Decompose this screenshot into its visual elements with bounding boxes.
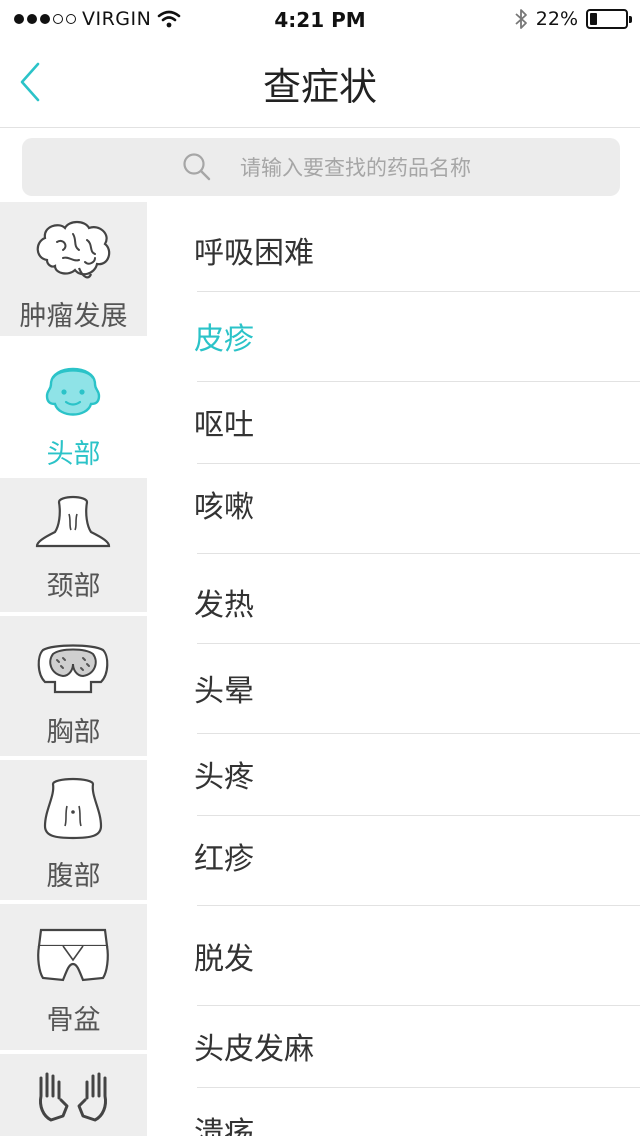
symptom-label: 头疼 bbox=[194, 760, 254, 795]
symptom-label: 呼吸困难 bbox=[194, 236, 314, 271]
list-item[interactable]: 头疼 bbox=[147, 734, 640, 815]
nav-bar: 查症状 bbox=[0, 40, 640, 128]
list-item[interactable]: 头皮发麻 bbox=[147, 1006, 640, 1087]
list-item[interactable]: 呼吸困难 bbox=[147, 202, 640, 291]
category-label: 肿瘤发展 bbox=[19, 301, 128, 332]
search-icon bbox=[183, 153, 211, 181]
symptom-label: 红疹 bbox=[194, 842, 254, 877]
bluetooth-icon bbox=[515, 9, 527, 29]
category-item-chest[interactable]: 胸部 bbox=[0, 616, 147, 756]
head-icon bbox=[45, 367, 101, 416]
list-item[interactable]: 红疹 bbox=[147, 816, 640, 905]
symptom-label: 头晕 bbox=[194, 674, 254, 709]
list-item[interactable]: 头晕 bbox=[147, 644, 640, 733]
category-label: 腹部 bbox=[46, 861, 101, 892]
hands-icon bbox=[39, 1072, 107, 1122]
symptom-label: 头皮发麻 bbox=[194, 1032, 314, 1067]
symptom-label: 呕吐 bbox=[194, 408, 254, 443]
battery-fill bbox=[590, 13, 597, 25]
chest-icon bbox=[37, 644, 109, 694]
list-item[interactable]: 脱发 bbox=[147, 906, 640, 1005]
battery-percent: 22% bbox=[535, 8, 578, 30]
list-item[interactable]: 呕吐 bbox=[147, 382, 640, 463]
status-bar: VIRGIN 4:21 PM 22% bbox=[0, 0, 640, 40]
symptom-label: 脱发 bbox=[194, 942, 254, 977]
list-item[interactable]: 溃疡 bbox=[147, 1088, 640, 1136]
category-item-hands[interactable] bbox=[0, 1054, 147, 1136]
abdomen-icon bbox=[43, 777, 103, 840]
category-label: 颈部 bbox=[46, 571, 101, 602]
category-label: 胸部 bbox=[46, 717, 101, 748]
pelvis-icon bbox=[37, 928, 109, 982]
symptom-label: 咳嗽 bbox=[194, 490, 254, 525]
category-item-neck[interactable]: 颈部 bbox=[0, 478, 147, 612]
battery-icon bbox=[586, 9, 632, 29]
list-item[interactable]: 咳嗽 bbox=[147, 464, 640, 553]
symptom-label: 发热 bbox=[194, 588, 254, 623]
symptom-label: 皮疹 bbox=[194, 322, 254, 357]
list-item[interactable]: 皮疹 bbox=[147, 292, 640, 381]
category-item-abdomen[interactable]: 腹部 bbox=[0, 760, 147, 900]
search-input[interactable]: 请输入要查找的药品名称 bbox=[240, 152, 471, 182]
category-label: 头部 bbox=[46, 439, 101, 470]
status-right: 22% bbox=[514, 8, 632, 30]
list-item[interactable]: 发热 bbox=[147, 554, 640, 643]
brain-icon bbox=[36, 220, 111, 279]
category-label: 骨盆 bbox=[46, 1005, 101, 1036]
page-title: 查症状 bbox=[262, 65, 377, 109]
neck-icon bbox=[35, 495, 111, 548]
category-item-pelvis[interactable]: 骨盆 bbox=[0, 904, 147, 1050]
symptom-label: 溃疡 bbox=[194, 1116, 254, 1136]
symptom-list: 呼吸困难 皮疹 呕吐 咳嗽 发热 头晕 头疼 红疹 脱发 头皮发麻 溃疡 bbox=[147, 202, 640, 1136]
search-bar[interactable]: 请输入要查找的药品名称 bbox=[22, 138, 620, 196]
category-item-head[interactable]: 头部 bbox=[0, 336, 147, 476]
category-item-tumor[interactable]: 肿瘤发展 bbox=[0, 202, 147, 336]
category-sidebar: 肿瘤发展 头部 颈部 胸部 腹部 骨盆 bbox=[0, 202, 147, 1136]
